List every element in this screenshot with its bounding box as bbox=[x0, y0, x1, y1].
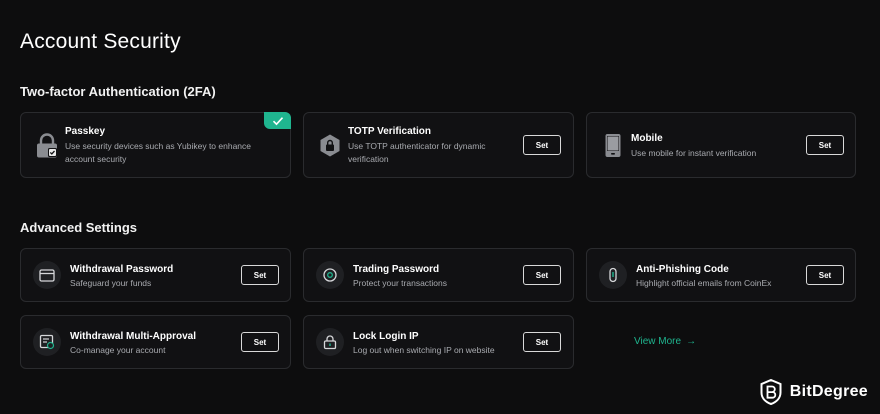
arrow-right-icon: → bbox=[686, 336, 697, 347]
view-more-label: View More bbox=[634, 336, 682, 347]
anti-phishing-title: Anti-Phishing Code bbox=[636, 264, 729, 275]
target-icon bbox=[316, 261, 344, 289]
lock-login-ip-set-button[interactable]: Set bbox=[523, 332, 561, 352]
multi-approval-description: Co-manage your account bbox=[70, 345, 166, 355]
anti-phishing-description: Highlight official emails from CoinEx bbox=[636, 278, 772, 288]
withdrawal-password-set-button[interactable]: Set bbox=[241, 265, 279, 285]
trading-password-set-button[interactable]: Set bbox=[523, 265, 561, 285]
enabled-check-badge bbox=[264, 112, 291, 129]
anti-phishing-card[interactable]: Anti-Phishing Code Highlight official em… bbox=[586, 248, 856, 302]
lock-login-ip-description: Log out when switching IP on website bbox=[353, 345, 495, 355]
bitdegree-watermark: BitDegree bbox=[760, 379, 868, 405]
multi-approval-title: Withdrawal Multi-Approval bbox=[70, 331, 197, 342]
withdrawal-password-title: Withdrawal Password bbox=[70, 264, 174, 275]
withdrawal-password-card[interactable]: Withdrawal Password Safeguard your funds… bbox=[20, 248, 291, 302]
view-more-link[interactable]: View More → bbox=[634, 336, 696, 347]
lock-login-ip-card[interactable]: Lock Login IP Log out when switching IP … bbox=[303, 315, 574, 369]
shield-lock-icon bbox=[316, 132, 344, 160]
mobile-phone-icon bbox=[599, 132, 627, 160]
section-title-2fa: Two-factor Authentication (2FA) bbox=[20, 84, 216, 99]
trading-password-title: Trading Password bbox=[353, 264, 440, 275]
lock-icon bbox=[316, 328, 344, 356]
card-icon bbox=[33, 261, 61, 289]
totp-set-button[interactable]: Set bbox=[523, 135, 561, 155]
trading-password-description: Protect your transactions bbox=[353, 278, 448, 288]
lock-login-ip-title: Lock Login IP bbox=[353, 331, 419, 342]
mobile-set-button[interactable]: Set bbox=[806, 135, 844, 155]
document-check-icon bbox=[33, 328, 61, 356]
mobile-title: Mobile bbox=[631, 133, 663, 144]
checkmark-icon bbox=[272, 116, 283, 125]
totp-description: Use TOTP authenticator for dynamic verif… bbox=[348, 141, 486, 164]
totp-title: TOTP Verification bbox=[348, 126, 431, 137]
multi-approval-card[interactable]: Withdrawal Multi-Approval Co-manage your… bbox=[20, 315, 291, 369]
passkey-title: Passkey bbox=[65, 126, 106, 137]
padlock-check-icon bbox=[33, 132, 61, 160]
hook-icon bbox=[599, 261, 627, 289]
page-title: Account Security bbox=[20, 30, 181, 53]
withdrawal-password-description: Safeguard your funds bbox=[70, 278, 152, 288]
mobile-description: Use mobile for instant verification bbox=[631, 148, 757, 158]
bitdegree-logo-icon bbox=[760, 379, 782, 405]
passkey-description: Use security devices such as Yubikey to … bbox=[65, 141, 252, 164]
mobile-card[interactable]: Mobile Use mobile for instant verificati… bbox=[586, 112, 856, 178]
anti-phishing-set-button[interactable]: Set bbox=[806, 265, 844, 285]
totp-card[interactable]: TOTP Verification Use TOTP authenticator… bbox=[303, 112, 574, 178]
passkey-card[interactable]: Passkey Use security devices such as Yub… bbox=[20, 112, 291, 178]
watermark-text: BitDegree bbox=[789, 383, 868, 400]
trading-password-card[interactable]: Trading Password Protect your transactio… bbox=[303, 248, 574, 302]
multi-approval-set-button[interactable]: Set bbox=[241, 332, 279, 352]
section-title-advanced: Advanced Settings bbox=[20, 220, 138, 235]
